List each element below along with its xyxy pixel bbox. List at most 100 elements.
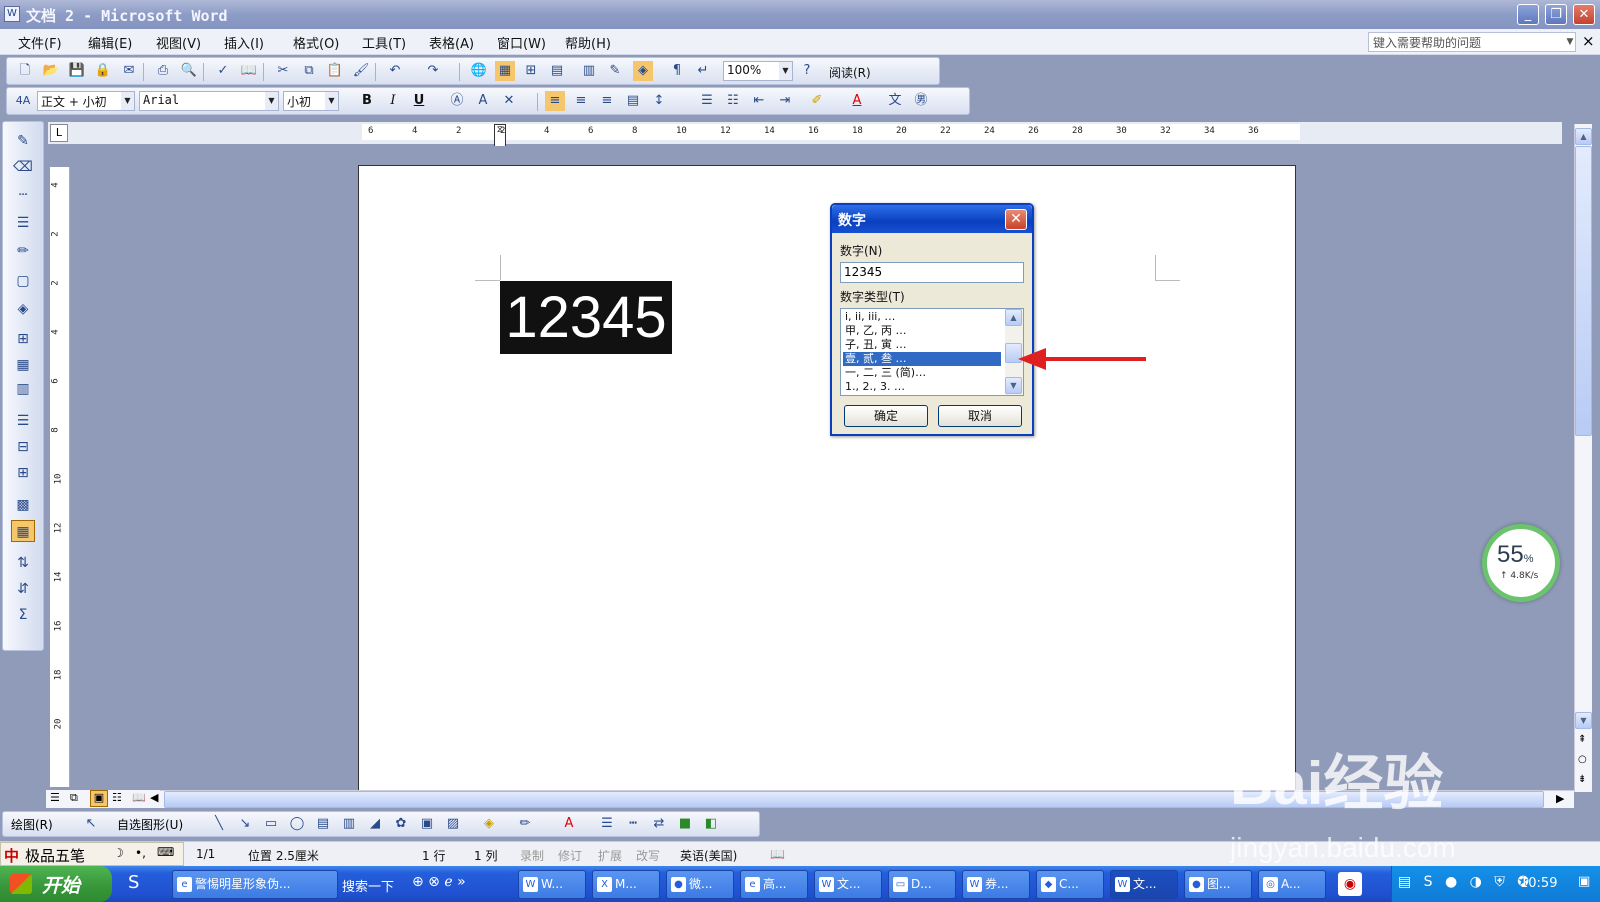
list-item[interactable]: 一, 二, 三 (简)… <box>843 366 1001 380</box>
underline-button[interactable]: U <box>409 91 429 111</box>
borders-icon[interactable]: ▢ <box>11 270 35 292</box>
line-style-icon[interactable]: ┄ <box>11 184 35 206</box>
clock[interactable]: 10:59 <box>1520 876 1557 891</box>
select-objects-icon[interactable]: ↖ <box>81 814 101 834</box>
hyperlink-icon[interactable]: 🌐 <box>469 61 489 81</box>
web-view-icon[interactable]: ⧉ <box>70 791 78 805</box>
scroll-down-icon[interactable]: ▼ <box>1005 377 1022 394</box>
show-hide-icon[interactable]: ¶ <box>667 61 687 81</box>
prev-page-icon[interactable]: ⇞ <box>1578 734 1586 745</box>
picture-icon[interactable]: ▨ <box>443 814 463 834</box>
task-folder[interactable]: ▭ D... <box>888 870 956 899</box>
char-border-icon[interactable]: Ⓐ <box>447 91 467 111</box>
chevron-down-icon[interactable]: ▼ <box>121 92 134 110</box>
number-type-list[interactable]: i, ii, iii, … 甲, 乙, 丙 … 子, 丑, 寅 … 壹, 贰, … <box>840 308 1024 396</box>
tables-borders-icon[interactable]: ▦ <box>495 61 515 81</box>
permission-icon[interactable]: 🔒 <box>93 61 113 81</box>
font-color-icon[interactable]: A <box>847 91 867 111</box>
print-layout-icon[interactable]: ▣ <box>90 790 108 807</box>
autosum-icon[interactable]: Σ <box>11 604 35 626</box>
select-browse-icon[interactable]: ○ <box>1578 754 1587 765</box>
scroll-up-icon[interactable]: ▲ <box>1005 309 1022 326</box>
show-desktop-icon[interactable]: ▣ <box>1578 874 1590 889</box>
spelling-status-icon[interactable]: 📖 <box>770 847 785 861</box>
list-item[interactable]: i, ii, iii, … <box>843 310 1001 324</box>
network-speed-widget[interactable]: 55% ↑ 4.8K/s <box>1482 524 1560 602</box>
next-page-icon[interactable]: ⇟ <box>1578 774 1586 785</box>
wordart-icon[interactable]: ◢ <box>365 814 385 834</box>
chevron-down-icon[interactable]: ▼ <box>265 92 278 110</box>
help-question-input[interactable]: 键入需要帮助的问题 ▼ <box>1368 32 1576 52</box>
help-icon[interactable]: ? <box>797 61 817 81</box>
shadow-icon[interactable]: ■ <box>675 814 695 834</box>
read-mode-button[interactable]: 阅读(R) <box>829 64 871 81</box>
cancel-button[interactable]: 取消 <box>938 405 1022 427</box>
distributed-icon[interactable]: ▤ <box>623 91 643 111</box>
scroll-thumb[interactable] <box>1575 146 1592 436</box>
cut-icon[interactable]: ✂ <box>273 61 293 81</box>
oval-icon[interactable]: ◯ <box>287 814 307 834</box>
font-size-select[interactable]: 小初 ▼ <box>283 91 339 111</box>
ime-logo-icon[interactable]: 中 <box>4 845 19 866</box>
document-map-icon[interactable]: ◈ <box>633 61 653 81</box>
arrow-style-icon[interactable]: ⇄ <box>649 814 669 834</box>
table-autoformat-icon[interactable]: ▩ <box>11 494 35 516</box>
char-shading-icon[interactable]: A <box>473 91 493 111</box>
textbox-icon[interactable]: ▤ <box>313 814 333 834</box>
drawing-icon[interactable]: ✎ <box>605 61 625 81</box>
task-wechat[interactable]: ● 微... <box>666 870 734 899</box>
bullets-icon[interactable]: ☷ <box>723 91 743 111</box>
line-icon[interactable]: ╲ <box>209 814 229 834</box>
vertical-textbox-icon[interactable]: ▥ <box>339 814 359 834</box>
insert-excel-icon[interactable]: ▤ <box>547 61 567 81</box>
task-word-active[interactable]: W 文... <box>1110 870 1178 899</box>
vertical-scrollbar[interactable]: ▲ ▼ ⇞ ○ ⇟ <box>1574 124 1592 792</box>
ok-button[interactable]: 确定 <box>844 405 928 427</box>
normal-view-icon[interactable]: ☰ <box>50 791 60 804</box>
enclose-char-icon[interactable]: ㊚ <box>911 91 931 111</box>
research-icon[interactable]: 📖 <box>239 61 259 81</box>
open-folder-icon[interactable]: 📂 <box>41 61 61 81</box>
font-color-icon[interactable]: A <box>559 814 579 834</box>
clipart-icon[interactable]: ▣ <box>417 814 437 834</box>
scroll-left-icon[interactable]: ◀ <box>150 791 158 804</box>
quicklaunch-icon[interactable]: ⊕ ⊗ ℯ » <box>412 874 466 890</box>
task-image[interactable]: ● 图... <box>1184 870 1252 899</box>
align-right-icon[interactable]: ≡ <box>597 91 617 111</box>
task-browser-2[interactable]: e 高... <box>740 870 808 899</box>
increase-indent-icon[interactable]: ⇥ <box>775 91 795 111</box>
menu-view[interactable]: 视图(V) <box>152 33 205 52</box>
align-center-icon[interactable]: ≡ <box>571 91 591 111</box>
reading-view-icon[interactable]: 📖 <box>132 791 146 804</box>
menu-window[interactable]: 窗口(W) <box>493 33 550 52</box>
new-document-icon[interactable]: 🗋 <box>15 61 35 81</box>
draw-table-icon[interactable]: ✎ <box>11 130 35 152</box>
rectangle-icon[interactable]: ▭ <box>261 814 281 834</box>
menu-tools[interactable]: 工具(T) <box>358 33 410 52</box>
tab-selector[interactable]: L <box>50 124 68 142</box>
task-word-2[interactable]: W 文... <box>814 870 882 899</box>
scroll-down-icon[interactable]: ▼ <box>1575 712 1592 729</box>
format-painter-icon[interactable]: 🖌 <box>351 61 371 81</box>
close-document-button[interactable]: × <box>1582 32 1595 50</box>
menu-format[interactable]: 格式(O) <box>289 33 343 52</box>
track-changes-mode[interactable]: 修订 <box>558 847 582 864</box>
close-window-button[interactable]: ✕ <box>1573 4 1595 25</box>
sort-desc-icon[interactable]: ⇵ <box>11 578 35 600</box>
list-item[interactable]: 1., 2., 3. … <box>843 380 1001 394</box>
task-word[interactable]: W W... <box>518 870 586 899</box>
distribute-cols-icon[interactable]: ⊞ <box>11 462 35 484</box>
number-input[interactable]: 12345 <box>840 262 1024 283</box>
autoshapes-button[interactable]: 自选图形(U) <box>117 816 183 833</box>
align-justify-icon[interactable]: ≡ <box>545 91 565 111</box>
diagram-icon[interactable]: ✿ <box>391 814 411 834</box>
style-select[interactable]: 正文 + 小初 ▼ <box>37 91 135 111</box>
extend-mode[interactable]: 扩展 <box>598 847 622 864</box>
line-style-icon[interactable]: ☰ <box>597 814 617 834</box>
outline-view-icon[interactable]: ☷ <box>112 791 122 804</box>
dialog-close-button[interactable]: ✕ <box>1005 209 1027 230</box>
task-excel[interactable]: X M... <box>592 870 660 899</box>
menu-edit[interactable]: 编辑(E) <box>84 33 136 52</box>
print-preview-icon[interactable]: 🔍 <box>179 61 199 81</box>
paste-icon[interactable]: 📋 <box>325 61 345 81</box>
